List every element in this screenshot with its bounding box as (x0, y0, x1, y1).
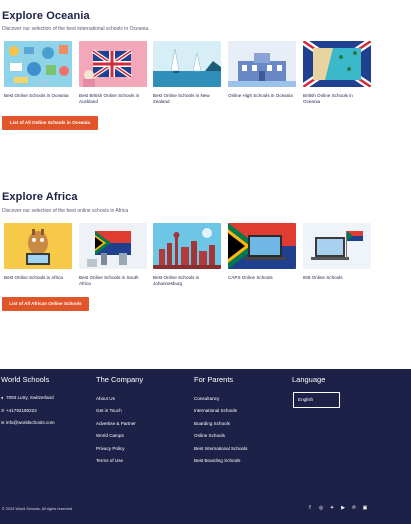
card-caption[interactable]: Best Online Schools in Africa (4, 275, 72, 281)
footer-company-heading: The Company (96, 375, 144, 384)
footer-link-online[interactable]: Online Schools (194, 433, 225, 438)
footer-link-terms[interactable]: Terms of Use (96, 458, 123, 463)
footer-language-heading: Language (292, 375, 326, 384)
facebook-icon[interactable]: f (307, 505, 313, 511)
footer-address: ● 7093 Lutry, Switzerland (1, 395, 54, 400)
section-title: Explore Africa (2, 191, 78, 203)
footer-link-advertise[interactable]: Advertise & Partner (96, 421, 136, 426)
africa-section: Explore Africa Discover our selection of… (0, 180, 411, 320)
card-image[interactable] (79, 41, 147, 87)
instagram-icon[interactable]: ◎ (318, 505, 324, 511)
card-caption[interactable]: Best Online Schools in New Zealand (153, 93, 221, 105)
card-caption[interactable]: Best Online Schools in Johannesburg (153, 275, 221, 287)
oceania-list-button[interactable]: List of All Online Schools in Oceania (2, 116, 98, 130)
footer-link-privacy[interactable]: Privacy Policy (96, 446, 125, 451)
address-text: 7093 Lutry, Switzerland (6, 395, 54, 400)
card-image[interactable] (4, 41, 72, 87)
card-caption[interactable]: Best Online Schools in South Africa (79, 275, 147, 287)
footer-link-contact[interactable]: Get in Touch (96, 408, 122, 413)
card-caption[interactable]: CAPS Online Schools (228, 275, 296, 281)
footer-link-camps[interactable]: World Camps (96, 433, 124, 438)
site-footer: World Schools ● 7093 Lutry, Switzerland ✆… (0, 369, 411, 524)
footer-phone[interactable]: ✆ +41792190222 (1, 408, 37, 413)
card-caption[interactable]: Online High Schools in Oceania (228, 93, 296, 99)
footer-brand-heading: World Schools (1, 375, 50, 384)
language-select[interactable]: English (293, 392, 340, 408)
linkedin-icon[interactable]: ▣ (362, 505, 368, 511)
youtube-icon[interactable]: ▶ (340, 505, 346, 511)
pinterest-icon[interactable]: ℗ (351, 505, 357, 511)
card-image[interactable] (79, 223, 147, 269)
mail-icon: ✉ (1, 420, 5, 425)
card-image[interactable] (153, 223, 221, 269)
card-caption[interactable]: Best British Online Schools in Auckland (79, 93, 147, 105)
card-image[interactable] (303, 223, 371, 269)
footer-link-best-boarding[interactable]: Best Boarding Schools (194, 458, 240, 463)
phone-icon: ✆ (1, 408, 5, 413)
footer-link-boarding[interactable]: Boarding Schools (194, 421, 230, 426)
card-caption[interactable]: Best Online Schools in Oceania (4, 93, 72, 99)
copyright: © 2023 World Schools. All rights reserve… (2, 507, 73, 511)
card-image[interactable] (228, 223, 296, 269)
card-image[interactable] (4, 223, 72, 269)
footer-email[interactable]: ✉ info@worldschools.com (1, 420, 55, 425)
card-image[interactable] (228, 41, 296, 87)
footer-link-about[interactable]: About Us (96, 396, 115, 401)
oceania-section: Explore Oceania Discover our selection o… (0, 0, 411, 150)
twitter-icon[interactable]: ✦ (329, 505, 335, 511)
section-subtitle: Discover our selection of the best inter… (2, 26, 150, 32)
footer-parents-heading: For Parents (194, 375, 234, 384)
footer-link-consultancy[interactable]: Consultancy (194, 396, 219, 401)
card-image[interactable] (303, 41, 371, 87)
phone-text[interactable]: +41792190222 (6, 408, 37, 413)
section-subtitle: Discover our selection of the best onlin… (2, 208, 129, 214)
footer-link-international[interactable]: International Schools (194, 408, 237, 413)
card-image[interactable] (153, 41, 221, 87)
section-title: Explore Oceania (2, 10, 90, 22)
social-links: f ◎ ✦ ▶ ℗ ▣ (307, 505, 368, 513)
email-text[interactable]: info@worldschools.com (6, 420, 55, 425)
africa-list-button[interactable]: List of All African Online Schools (2, 297, 89, 311)
location-icon: ● (1, 395, 4, 400)
card-caption[interactable]: British Online Schools in Oceania (303, 93, 371, 105)
card-caption[interactable]: IEB Online Schools (303, 275, 371, 281)
footer-link-best-international[interactable]: Best International Schools (194, 446, 247, 451)
